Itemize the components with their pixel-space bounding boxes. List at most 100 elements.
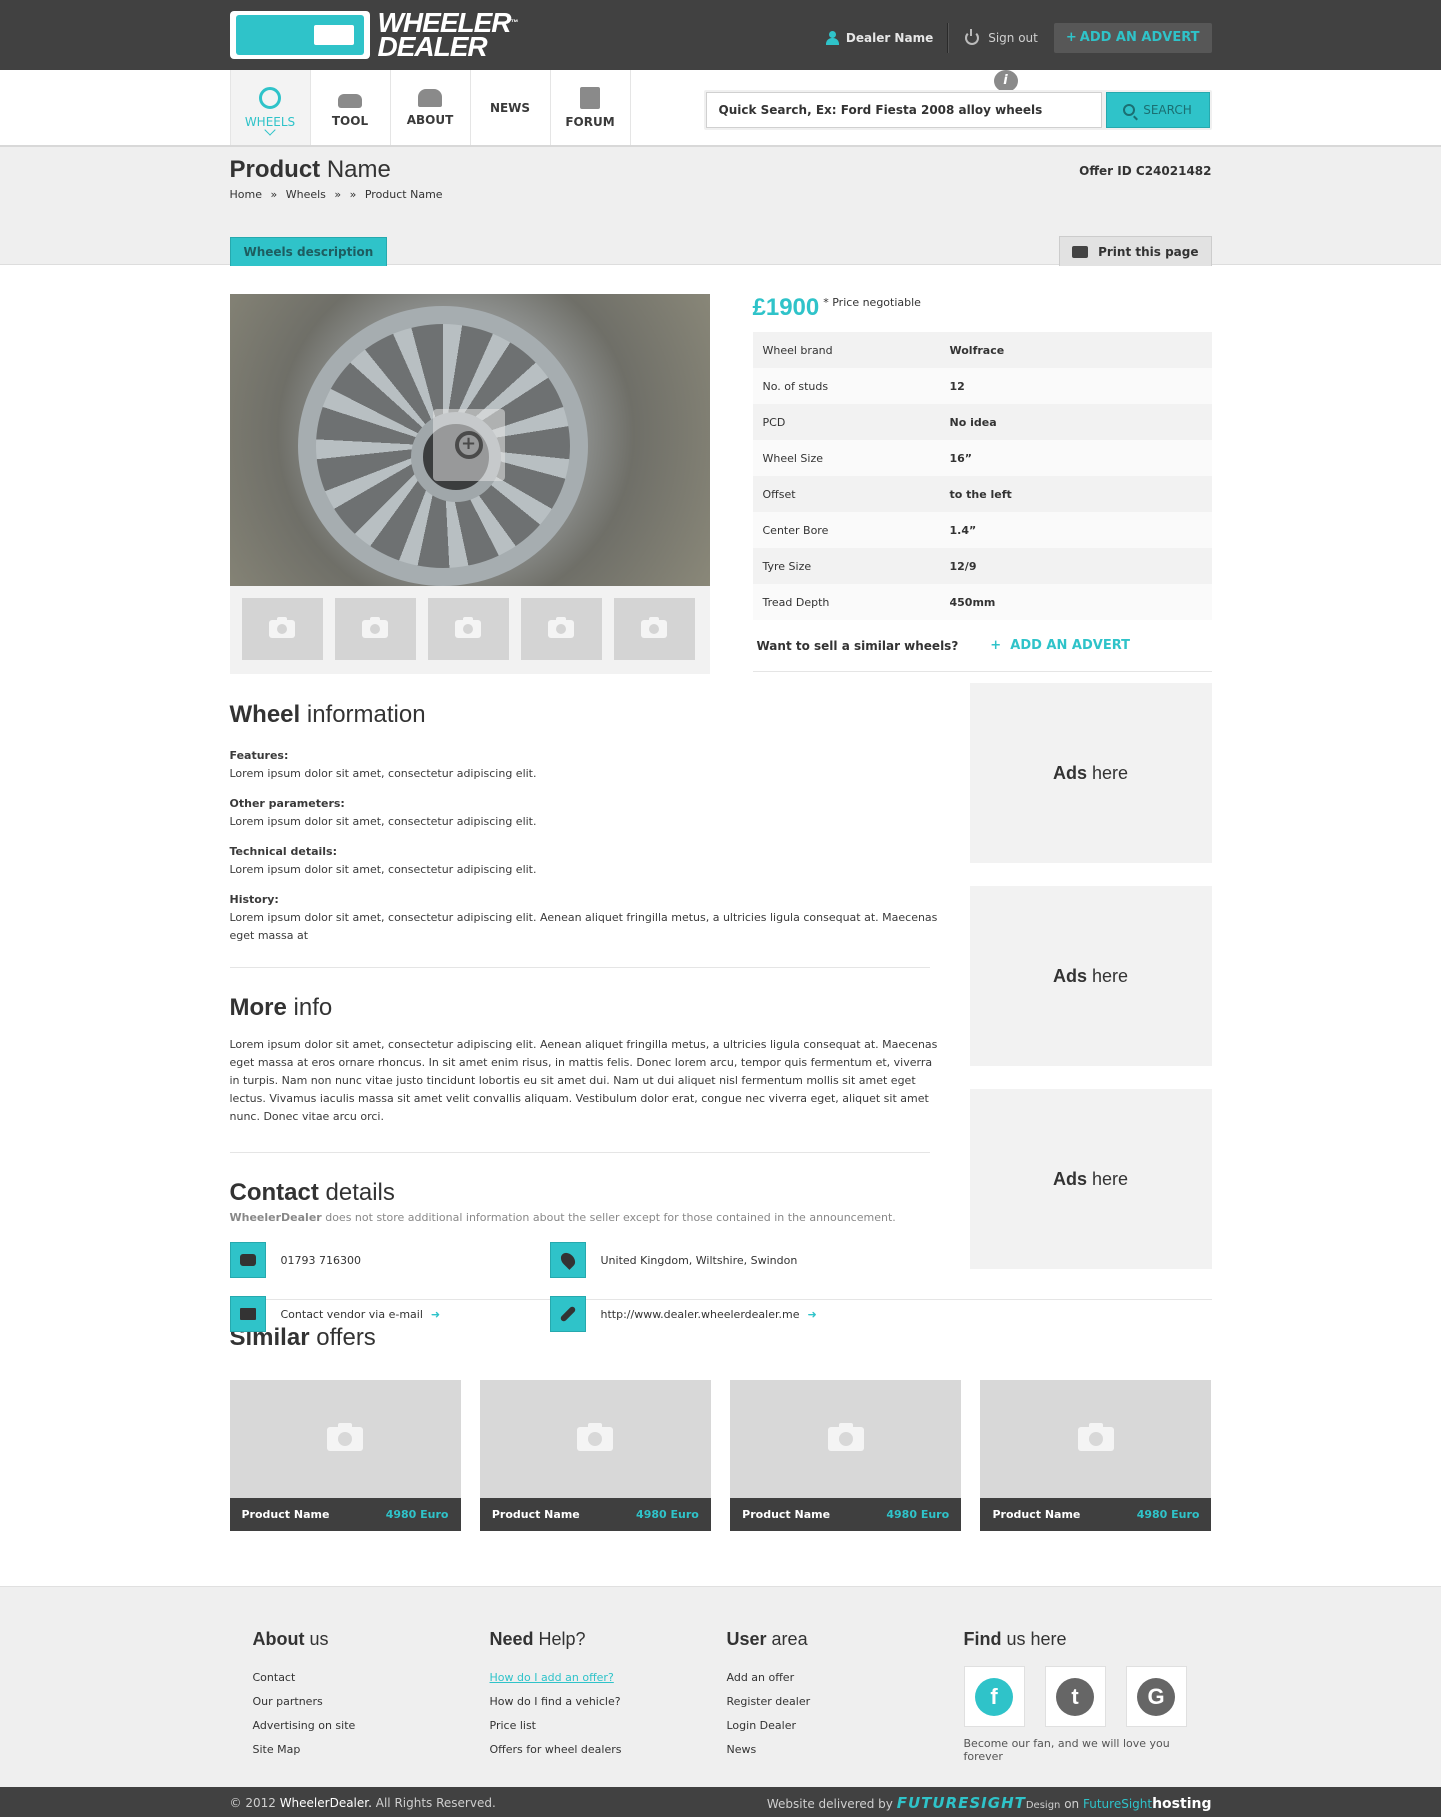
- plus-icon: +: [1065, 30, 1077, 45]
- logo[interactable]: WHEELER™ DEALER: [229, 7, 519, 62]
- location-pin-icon: [549, 1242, 586, 1278]
- tab-wheels-description[interactable]: Wheels description: [229, 237, 388, 266]
- thumbnail[interactable]: [613, 598, 695, 660]
- breadcrumb-current: Product Name: [364, 188, 443, 201]
- ad-slot[interactable]: Ads here: [969, 886, 1212, 1066]
- delivered-by[interactable]: Website delivered by FUTURESIGHTDesign o…: [767, 1794, 1212, 1812]
- spec-table: Wheel brand Wolfrace No. of studs 12 PCD No…: [752, 332, 1212, 620]
- camera-icon: [577, 1423, 614, 1451]
- offer-price: 4980 Euro: [1136, 1508, 1200, 1521]
- footer-link[interactable]: Contact: [253, 1666, 490, 1690]
- forum-icon: [580, 86, 600, 109]
- offer-card[interactable]: Product Name 4980 Euro: [980, 1380, 1212, 1531]
- print-page-button[interactable]: Print this page: [1059, 236, 1212, 266]
- footer: About us Contact Our partners Advertisin…: [0, 1586, 1441, 1787]
- offer-id: Offer ID C24021482: [1079, 164, 1212, 178]
- search-button[interactable]: SEARCH: [1105, 92, 1210, 128]
- add-advert-link[interactable]: + ADD AN ADVERT: [990, 638, 1130, 653]
- footer-link[interactable]: Add an offer: [727, 1666, 964, 1690]
- breadcrumb: Home » Wheels » » Product Name: [229, 188, 443, 201]
- fan-text: Become our fan, and we will love you for…: [963, 1737, 1170, 1763]
- arrow-right-icon: ➜: [430, 1307, 441, 1321]
- similar-offers: Similar offers Product Name 4980 Euro Pro…: [229, 1300, 1212, 1568]
- section-title: Contact details: [229, 1179, 395, 1206]
- main-navbar: WHEELS TOOL ABOUT i NEWS FORUM Quick Sea…: [0, 70, 1441, 147]
- footer-social: Find us here f t G Become our fan, and w…: [963, 1629, 1201, 1763]
- camera-icon: [362, 617, 388, 638]
- nav-item-forum[interactable]: FORUM: [551, 70, 631, 145]
- sign-out-link[interactable]: Sign out: [948, 23, 1054, 53]
- phone-icon: [229, 1242, 266, 1278]
- camera-icon: [455, 617, 481, 638]
- add-advert-button[interactable]: + ADD AN ADVERT: [1053, 23, 1212, 53]
- car-icon: [338, 93, 362, 108]
- footer-heading: Need Help?: [489, 1629, 586, 1649]
- footer-about: About us Contact Our partners Advertisin…: [253, 1629, 490, 1763]
- main-product-image[interactable]: +: [229, 294, 710, 586]
- footer-link[interactable]: Login Dealer: [727, 1714, 964, 1738]
- spec-row: Tread Depth 450mm: [752, 584, 1212, 620]
- footer-link[interactable]: Advertising on site: [253, 1714, 490, 1738]
- contact-details: Contact details WheelerDealer does not s…: [229, 1153, 940, 1332]
- ad-slot[interactable]: Ads here: [969, 683, 1212, 863]
- footer-link[interactable]: Price list: [490, 1714, 727, 1738]
- more-info: More info Lorem ipsum dolor sit amet, co…: [230, 968, 940, 1126]
- more-info-text: Lorem ipsum dolor sit amet, consectetur …: [229, 1038, 938, 1123]
- camera-icon: [548, 617, 574, 638]
- footer-user-area: User area Add an offer Register dealer L…: [727, 1629, 964, 1763]
- spec-row: Wheel brand Wolfrace: [752, 332, 1212, 368]
- price: £1900 * Price negotiable: [753, 294, 1212, 332]
- thumbnail[interactable]: [241, 598, 323, 660]
- offer-image: [980, 1380, 1212, 1498]
- footer-link[interactable]: Site Map: [253, 1738, 490, 1762]
- spec-row: PCD No idea: [752, 404, 1212, 440]
- ads-column: Ads here Ads here Ads here: [969, 683, 1212, 1292]
- copyright: © 2012 WheelerDealer. All Rights Reserve…: [229, 1795, 496, 1810]
- camera-icon: [1077, 1423, 1114, 1451]
- google-button[interactable]: G: [1125, 1666, 1187, 1727]
- footer-heading: About us: [252, 1629, 329, 1649]
- spec-row: Wheel Size 16”: [752, 440, 1212, 476]
- price-note: * Price negotiable: [823, 296, 921, 309]
- thumbnail[interactable]: [334, 598, 416, 660]
- nav-item-tool[interactable]: TOOL: [311, 70, 391, 145]
- offer-name: Product Name: [241, 1508, 330, 1521]
- footer-link[interactable]: News: [727, 1738, 964, 1762]
- info-block: Features: Lorem ipsum dolor sit amet, con…: [229, 749, 537, 780]
- breadcrumb-wheels[interactable]: Wheels: [286, 188, 326, 201]
- camera-icon: [327, 1423, 363, 1451]
- offer-card[interactable]: Product Name 4980 Euro: [730, 1380, 962, 1531]
- info-block: Technical details: Lorem ipsum dolor sit …: [229, 845, 537, 876]
- offer-card[interactable]: Product Name 4980 Euro: [479, 1380, 711, 1531]
- info-block: History: Lorem ipsum dolor sit amet, cons…: [229, 893, 938, 942]
- twitter-button[interactable]: t: [1044, 1666, 1106, 1727]
- thumbnail[interactable]: [520, 598, 602, 660]
- offer-name: Product Name: [992, 1508, 1081, 1521]
- footer-link[interactable]: Offers for wheel dealers: [490, 1738, 727, 1762]
- search-input[interactable]: [705, 92, 1102, 128]
- link-icon: [549, 1296, 586, 1332]
- footer-link[interactable]: How do I add an offer?: [490, 1666, 727, 1690]
- facebook-button[interactable]: f: [963, 1666, 1025, 1727]
- nav-item-news[interactable]: i NEWS: [471, 70, 1018, 145]
- footer-link[interactable]: Register dealer: [727, 1690, 964, 1714]
- page-title: Product Name: [229, 156, 391, 183]
- logo-text: WHEELER™ DEALER: [377, 7, 519, 62]
- product-header: Product Name Home » Wheels » » Product N…: [0, 147, 1441, 266]
- breadcrumb-home[interactable]: Home: [230, 188, 262, 201]
- footer-link[interactable]: How do I find a vehicle?: [490, 1690, 727, 1714]
- contact-email[interactable]: Contact vendor via e-mail ➜: [229, 1296, 550, 1332]
- thumbnail[interactable]: [427, 598, 509, 660]
- footer-heading: Find us here: [963, 1629, 1067, 1649]
- footer-link[interactable]: Our partners: [253, 1690, 490, 1714]
- spec-row: Offset to the left: [752, 476, 1212, 512]
- offer-price: 4980 Euro: [385, 1508, 449, 1521]
- nav-item-wheels[interactable]: WHEELS: [230, 70, 311, 145]
- ad-slot[interactable]: Ads here: [969, 1089, 1212, 1269]
- offer-card[interactable]: Product Name 4980 Euro: [229, 1380, 461, 1531]
- user-account[interactable]: Dealer Name: [825, 23, 949, 53]
- user-icon: [825, 31, 839, 45]
- contact-website[interactable]: http://www.dealer.wheelerdealer.me ➜: [549, 1296, 870, 1332]
- zoom-button[interactable]: +: [432, 409, 505, 481]
- nav-item-about[interactable]: ABOUT: [391, 70, 471, 145]
